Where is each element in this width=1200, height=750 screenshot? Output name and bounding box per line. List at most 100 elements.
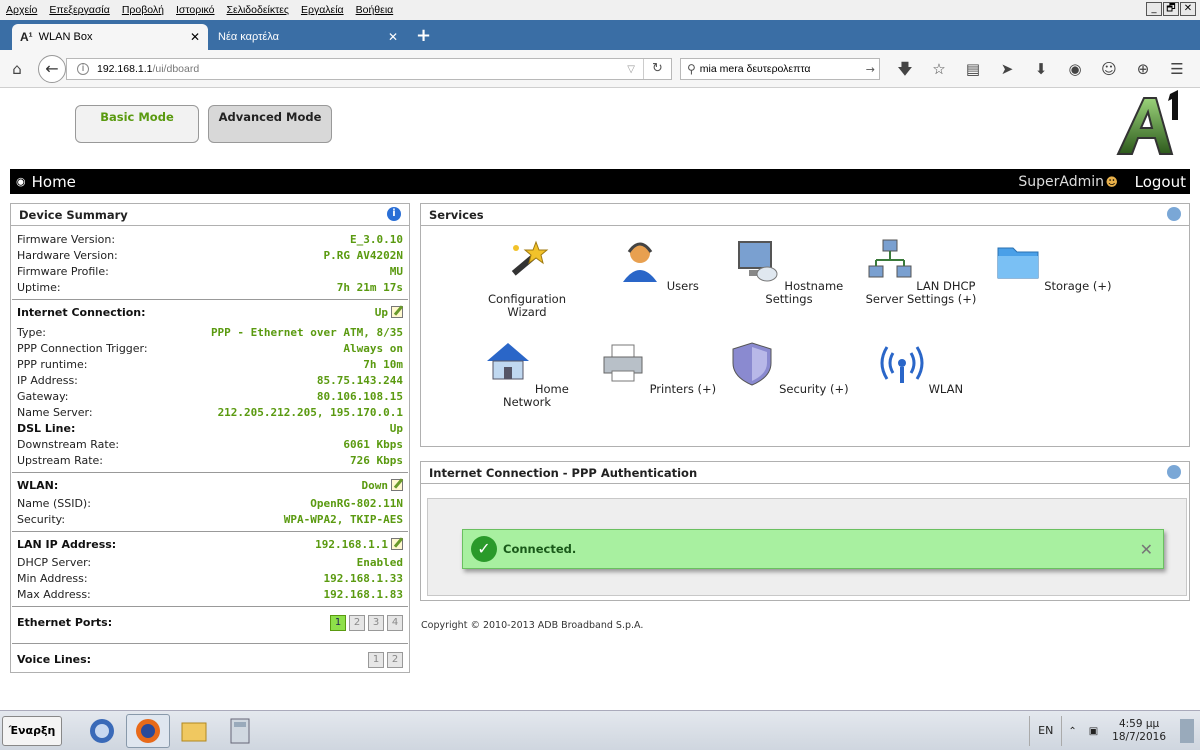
uptime-row: Uptime: 7h 21m 17s: [17, 280, 403, 296]
menu-file[interactable]: Αρχείο: [0, 4, 43, 16]
show-desktop-button[interactable]: [1180, 719, 1194, 743]
menu-tools[interactable]: Εργαλεία: [295, 4, 350, 16]
pocket-icon[interactable]: ⬇: [1024, 58, 1058, 80]
site-info-icon[interactable]: i: [77, 63, 89, 75]
service-security[interactable]: Security (+): [729, 341, 849, 396]
network-status-icon[interactable]: ▣: [1089, 726, 1098, 737]
value-wrap: 192.168.1.1: [315, 537, 403, 555]
reading-list-icon[interactable]: ▤: [956, 58, 990, 80]
search-input[interactable]: ⚲ mia mera δευτερολεπτα →: [680, 58, 880, 80]
voice-line-2[interactable]: 2: [387, 652, 403, 668]
value: Always on: [343, 342, 403, 355]
start-button[interactable]: Έναρξη: [2, 716, 62, 746]
adblock-icon[interactable]: ◉: [1058, 58, 1092, 80]
url-bar[interactable]: i 192.168.1.1/ui/dboard ▽ ↻: [66, 58, 672, 80]
advanced-mode-button[interactable]: Advanced Mode: [208, 105, 332, 143]
home-icon: ◉: [16, 175, 26, 188]
bookmark-star-icon[interactable]: ☆: [922, 58, 956, 80]
value: Up: [389, 422, 403, 435]
download-manager-icon[interactable]: ⊕: [1126, 58, 1160, 80]
shield-icon: [732, 342, 772, 386]
close-window-button[interactable]: ✕: [1180, 2, 1196, 16]
file-explorer-icon[interactable]: [172, 714, 216, 748]
label: Name Server:: [17, 406, 93, 419]
edit-icon[interactable]: [391, 479, 403, 491]
minimize-button[interactable]: _: [1146, 2, 1162, 16]
calculator-icon[interactable]: [218, 714, 262, 748]
menu-help[interactable]: Βοήθεια: [350, 4, 400, 16]
tab-new[interactable]: Νέα καρτέλα ✕: [210, 24, 406, 50]
home-icon[interactable]: ⌂: [6, 58, 28, 80]
send-icon[interactable]: ➤: [990, 58, 1024, 80]
device-summary-panel: Device Summary i Firmware Version: E_3.0.…: [10, 203, 410, 673]
info-icon[interactable]: i: [387, 207, 401, 221]
time: 4:59 μμ: [1118, 718, 1160, 730]
device-summary-title: Device Summary: [19, 208, 128, 222]
new-tab-button[interactable]: +: [416, 25, 431, 46]
chevron-down-icon[interactable]: ▽: [627, 64, 635, 75]
username: SuperAdmin: [1018, 173, 1104, 190]
language-indicator[interactable]: EN: [1029, 716, 1063, 746]
service-users[interactable]: Users: [598, 238, 718, 293]
thunderbird-icon[interactable]: [80, 714, 124, 748]
menu-view[interactable]: Προβολή: [116, 4, 170, 16]
service-wlan[interactable]: WLAN: [861, 341, 981, 396]
person-icon[interactable]: [1167, 465, 1181, 479]
wlan-section: WLAN: Down Name (SSID): OpenRG-802.11N Sec…: [12, 473, 408, 532]
firefox-icon[interactable]: [126, 714, 170, 748]
service-printers[interactable]: Printers (+): [598, 341, 718, 396]
clock[interactable]: 4:59 μμ 18/7/2016: [1112, 718, 1166, 744]
service-hostname-settings[interactable]: Hostname Settings: [729, 238, 849, 306]
label: LAN IP Address:: [17, 538, 117, 551]
service-label: Users: [666, 279, 699, 293]
chevron-up-icon[interactable]: ⌃: [1068, 726, 1076, 737]
arrow-right-icon[interactable]: →: [866, 63, 875, 76]
close-tab-icon[interactable]: ✕: [190, 30, 200, 44]
service-label: Storage (+): [1044, 279, 1112, 293]
ppp-runtime-row: PPP runtime: 7h 10m: [17, 357, 403, 373]
value: 85.75.143.244: [316, 374, 403, 387]
menu-edit[interactable]: Επεξεργασία: [43, 4, 116, 16]
gateway-row: Gateway: 80.106.108.15: [17, 389, 403, 405]
ethernet-port-1[interactable]: 1: [330, 615, 346, 631]
type-row: Type: PPP - Ethernet over ATM, 8/35: [17, 325, 403, 341]
voice-line-1[interactable]: 1: [368, 652, 384, 668]
ethernet-port-4[interactable]: 4: [387, 615, 403, 631]
ethernet-port-3[interactable]: 3: [368, 615, 384, 631]
menu-bookmarks[interactable]: Σελιδοδείκτες: [221, 4, 295, 16]
label: DHCP Server:: [17, 556, 92, 569]
download-icon[interactable]: 🡇: [888, 58, 922, 80]
downstream-row: Downstream Rate: 6061 Kbps: [17, 437, 403, 453]
service-label: Printers (+): [649, 382, 717, 396]
back-button[interactable]: ←: [38, 55, 66, 83]
ethernet-port-2[interactable]: 2: [349, 615, 365, 631]
service-home-network[interactable]: Home Network: [467, 341, 587, 409]
service-configuration-wizard[interactable]: Configuration Wizard: [467, 238, 587, 319]
basic-mode-button[interactable]: Basic Mode: [75, 105, 199, 143]
edit-icon[interactable]: [391, 538, 403, 550]
logout-link[interactable]: Logout: [1135, 173, 1186, 191]
value: 726 Kbps: [350, 454, 403, 467]
upstream-row: Upstream Rate: 726 Kbps: [17, 453, 403, 469]
hamburger-menu-icon[interactable]: ☰: [1160, 58, 1194, 80]
emoji-icon[interactable]: ☺: [1092, 58, 1126, 80]
value: E_3.0.10: [350, 233, 403, 246]
wlan-row: WLAN: Down: [17, 478, 403, 496]
tab-wlan-box[interactable]: A¹ WLAN Box ✕: [12, 24, 208, 50]
lan-ip-row: LAN IP Address: 192.168.1.1: [17, 537, 403, 555]
edit-icon[interactable]: [391, 306, 403, 318]
close-tab-icon[interactable]: ✕: [388, 30, 398, 44]
value: 212.205.212.205, 195.170.0.1: [217, 406, 403, 419]
service-label: Configuration Wizard: [488, 292, 566, 319]
service-lan-dhcp[interactable]: LAN DHCP Server Settings (+): [861, 238, 981, 306]
person-icon[interactable]: [1167, 207, 1181, 221]
restore-button[interactable]: 🗗: [1163, 2, 1179, 16]
label: DSL Line:: [17, 422, 76, 435]
label: Type:: [17, 326, 46, 339]
close-icon[interactable]: ✕: [1140, 540, 1153, 559]
reload-icon[interactable]: ↻: [643, 59, 671, 79]
value: MU: [389, 265, 403, 278]
service-storage[interactable]: Storage (+): [993, 238, 1113, 293]
menu-history[interactable]: Ιστορικό: [170, 4, 221, 16]
panel-title: Device Summary i: [11, 204, 409, 226]
